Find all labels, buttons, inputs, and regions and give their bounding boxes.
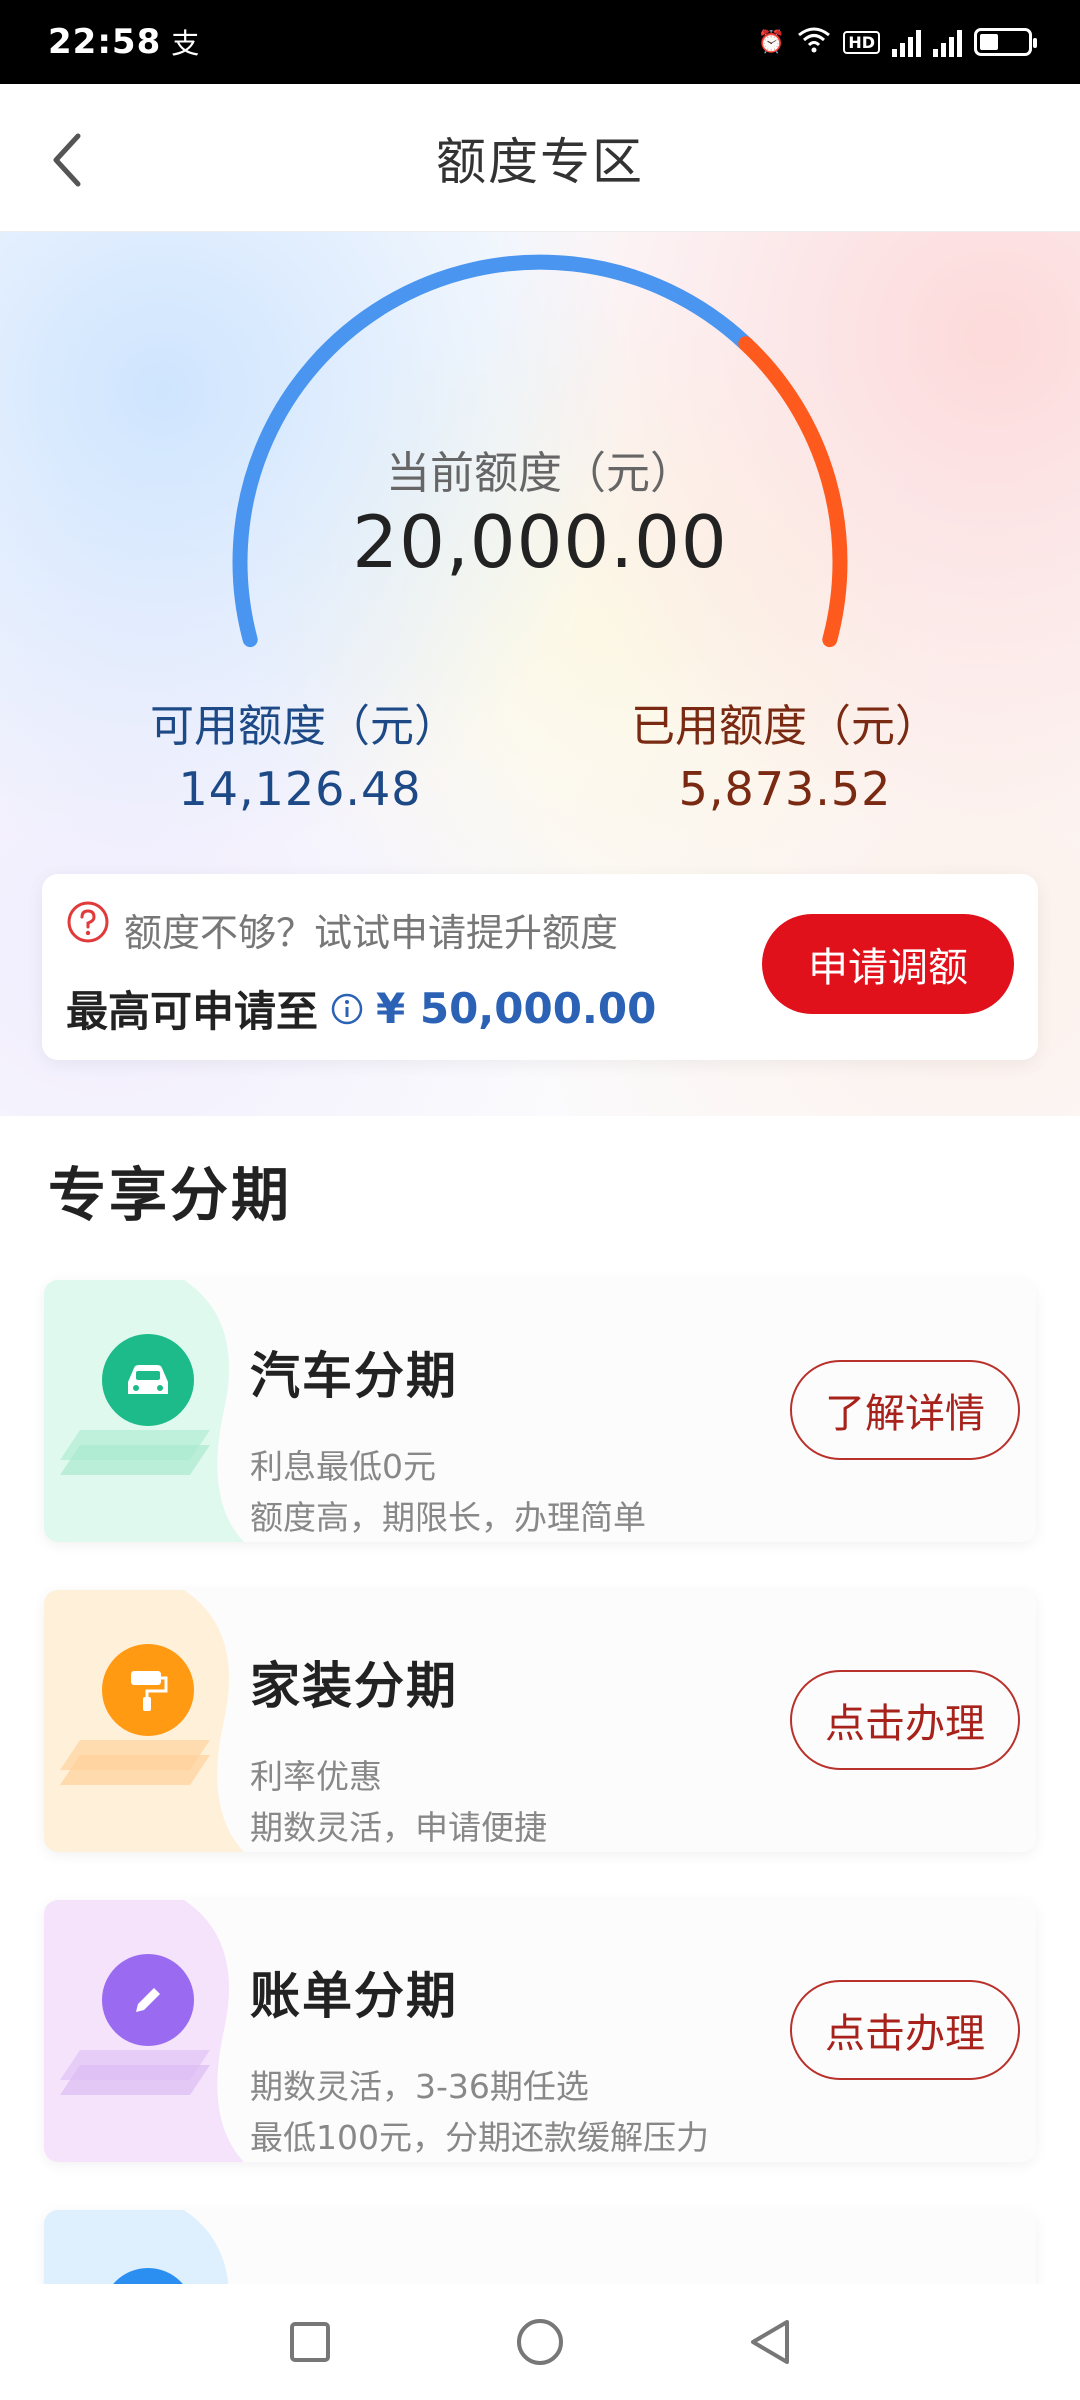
- car-icon: [102, 1334, 194, 1426]
- recents-button[interactable]: [280, 2314, 340, 2370]
- plan-card-home[interactable]: 家装分期 利率优惠 期数灵活，申请便捷 点击办理: [44, 1590, 1036, 1852]
- status-bar: 22:58 支 ⏰ HD: [0, 0, 1080, 84]
- plan-desc-1: 期数灵活，3-36期任选: [250, 2067, 589, 2106]
- plan-card-car[interactable]: 汽车分期 利息最低0元 额度高，期限长，办理简单 了解详情: [44, 1280, 1036, 1542]
- section-title: 专享分期: [48, 1161, 293, 1229]
- back-button[interactable]: [740, 2314, 800, 2370]
- paint-roller-icon: [102, 1644, 194, 1736]
- current-credit-label: 当前额度（元）: [386, 448, 694, 499]
- system-nav-bar: [0, 2284, 1080, 2400]
- apply-now-button[interactable]: 点击办理: [790, 1980, 1020, 2080]
- status-time: 22:58: [48, 22, 162, 62]
- home-button[interactable]: [510, 2314, 570, 2370]
- used-credit-label: 已用额度（元）: [631, 701, 939, 752]
- pencil-icon: [102, 1954, 194, 2046]
- notification-app-icon: 支: [171, 27, 200, 60]
- signal-5g-icon: [892, 27, 921, 57]
- plan-desc-2: 额度高，期限长，办理简单: [250, 1498, 646, 1537]
- plan-desc-1: 利率优惠: [250, 1757, 382, 1796]
- learn-more-button[interactable]: 了解详情: [790, 1360, 1020, 1460]
- available-credit-value: 14,126.48: [178, 762, 422, 816]
- wifi-icon: [797, 25, 831, 59]
- back-arrow-icon[interactable]: [44, 130, 92, 190]
- page-header: 额度专区: [0, 84, 1080, 232]
- plan-name: 汽车分期: [250, 1347, 458, 1405]
- quota-hint-text: 额度不够？试试申请提升额度: [124, 911, 619, 955]
- current-credit-value: 20,000.00: [352, 500, 728, 584]
- available-credit-label: 可用额度（元）: [150, 701, 458, 752]
- plan-name: 家装分期: [250, 1657, 458, 1715]
- max-quota-label: 最高可申请至: [66, 987, 319, 1036]
- apply-now-button[interactable]: 点击办理: [790, 1670, 1020, 1770]
- available-credit: 可用额度（元） 14,126.48: [150, 690, 458, 816]
- used-credit-value: 5,873.52: [678, 762, 892, 816]
- battery-icon: [974, 28, 1037, 56]
- quota-increase-card: 额度不够？试试申请提升额度 最高可申请至 ¥ 50,000.00 申请调额: [42, 874, 1038, 1060]
- question-icon: [67, 901, 109, 943]
- page-title: 额度专区: [436, 132, 644, 191]
- plan-desc-2: 最低100元，分期还款缓解压力: [250, 2118, 709, 2157]
- status-icons: ⏰ HD: [757, 25, 1037, 59]
- info-icon[interactable]: [330, 992, 364, 1026]
- max-quota-amount: ¥ 50,000.00: [376, 984, 657, 1033]
- plan-desc-1: 利息最低0元: [250, 1447, 436, 1486]
- plan-card-bill[interactable]: 账单分期 期数灵活，3-36期任选 最低100元，分期还款缓解压力 点击办理: [44, 1900, 1036, 2162]
- used-credit: 已用额度（元） 5,873.52: [625, 690, 945, 816]
- credit-overview: 当前额度（元） 20,000.00 可用额度（元） 14,126.48 已用额度…: [0, 232, 1080, 1116]
- plan-name: 账单分期: [250, 1967, 458, 2025]
- alarm-icon: ⏰: [757, 29, 786, 55]
- max-quota: 最高可申请至 ¥ 50,000.00: [66, 978, 656, 1039]
- apply-adjust-button[interactable]: 申请调额: [762, 914, 1014, 1014]
- hd-icon: HD: [843, 30, 880, 54]
- plan-desc-2: 期数灵活，申请便捷: [250, 1808, 547, 1847]
- signal-4g-icon: [933, 27, 962, 57]
